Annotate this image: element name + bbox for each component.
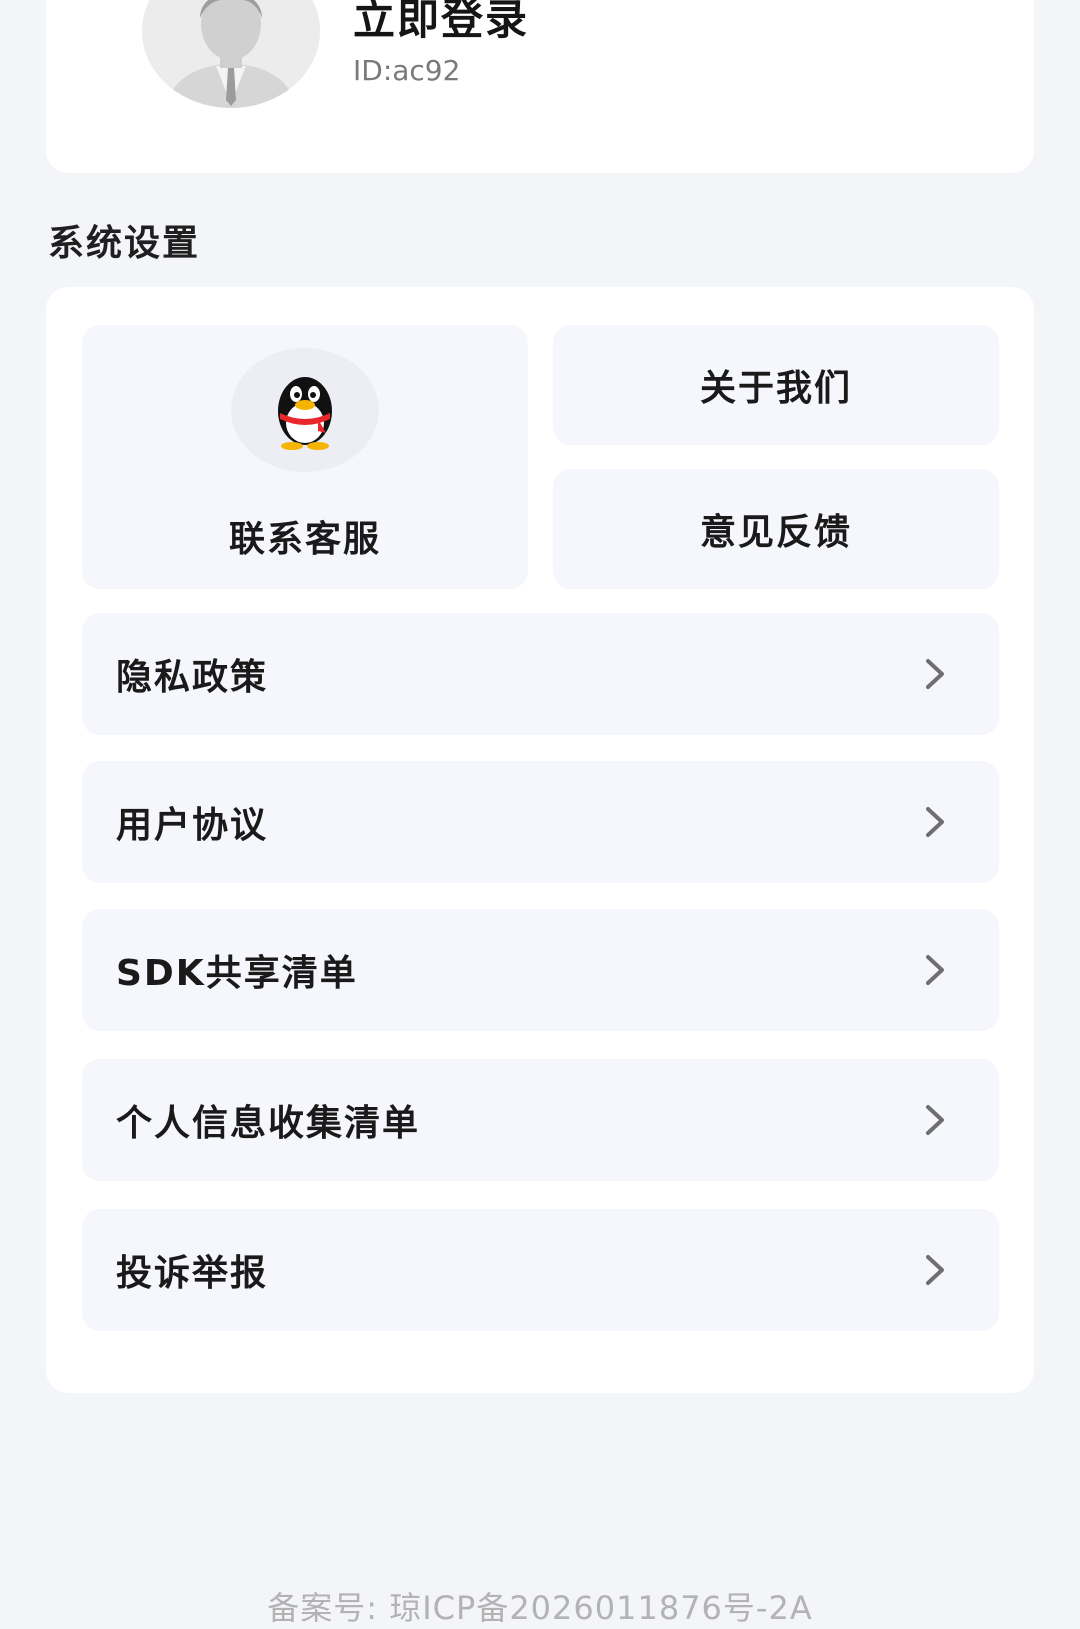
profile-card[interactable]: 立即登录 ID:ac92 bbox=[46, 0, 1034, 173]
user-id-text: ID:ac92 bbox=[353, 54, 461, 87]
feedback-button[interactable]: 意见反馈 bbox=[553, 469, 999, 589]
about-us-button[interactable]: 关于我们 bbox=[553, 325, 999, 445]
complaint-report-item[interactable]: 投诉举报 bbox=[82, 1209, 999, 1331]
chevron-right-icon bbox=[926, 807, 944, 837]
chevron-right-icon bbox=[926, 1255, 944, 1285]
user-avatar-icon[interactable] bbox=[142, 0, 320, 108]
complaint-report-label: 投诉举报 bbox=[116, 1253, 269, 1294]
chevron-right-icon bbox=[926, 955, 944, 985]
personal-info-list-item[interactable]: 个人信息收集清单 bbox=[82, 1059, 999, 1181]
settings-card: 联系客服 关于我们 意见反馈 隐私政策 用户协议 SDK共享清单 个人信息收集清… bbox=[46, 287, 1034, 1393]
contact-service-label: 联系客服 bbox=[228, 519, 381, 560]
icp-record-text: 备案号: 琼ICP备2026011876号-2A bbox=[267, 1589, 813, 1627]
sdk-sharing-list-label: SDK共享清单 bbox=[116, 953, 358, 994]
sdk-sharing-list-item[interactable]: SDK共享清单 bbox=[82, 909, 999, 1031]
privacy-policy-label: 隐私政策 bbox=[116, 657, 269, 698]
chevron-right-icon bbox=[926, 659, 944, 689]
privacy-policy-item[interactable]: 隐私政策 bbox=[82, 613, 999, 735]
feedback-label: 意见反馈 bbox=[699, 512, 852, 553]
login-button[interactable]: 立即登录 bbox=[353, 0, 529, 47]
contact-service-button[interactable]: 联系客服 bbox=[82, 325, 528, 589]
qq-icon-wrapper bbox=[231, 348, 379, 472]
user-agreement-label: 用户协议 bbox=[116, 805, 269, 846]
qq-penguin-icon bbox=[278, 377, 332, 450]
about-us-label: 关于我们 bbox=[699, 368, 852, 409]
section-title: 系统设置 bbox=[48, 223, 201, 264]
personal-info-list-label: 个人信息收集清单 bbox=[116, 1103, 421, 1144]
user-agreement-item[interactable]: 用户协议 bbox=[82, 761, 999, 883]
chevron-right-icon bbox=[926, 1105, 944, 1135]
